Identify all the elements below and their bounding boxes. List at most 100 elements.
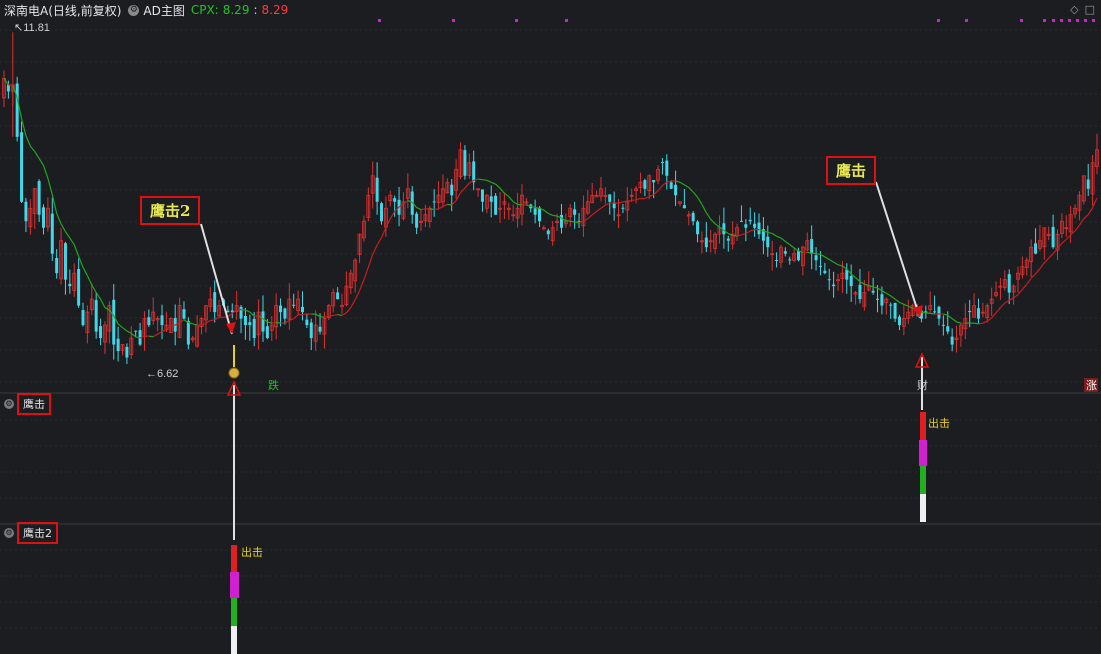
candle-body (674, 184, 678, 196)
cpx-value-2: 8.29 (261, 3, 289, 17)
ma-segment (358, 279, 365, 291)
candle-body (226, 310, 230, 313)
candle-body (243, 315, 247, 326)
ma-segment (1008, 297, 1014, 301)
strike-bar-panel1: 出击 (919, 412, 950, 522)
ma-segment (477, 178, 483, 181)
ma-segment (930, 312, 935, 315)
ma-segment (833, 261, 839, 266)
candle-body (739, 220, 743, 222)
ma-segment (434, 208, 439, 211)
gear-icon[interactable]: ⚙ (4, 399, 14, 409)
candle-body (116, 338, 120, 352)
ma-segment (1013, 294, 1019, 299)
ma-segment (315, 313, 321, 318)
candle-body (775, 259, 779, 261)
ma-segment (1004, 299, 1010, 304)
price-high-label: ↖11.81 (14, 22, 50, 34)
ma-segment (890, 295, 896, 300)
ma-segment (464, 182, 470, 189)
ma-segment (508, 196, 514, 203)
panel-2-label: ⚙ 鹰击2 (4, 522, 58, 544)
ma-segment (249, 311, 255, 317)
ma-segment (69, 237, 75, 245)
ma-segment (864, 283, 869, 287)
panel-1-name[interactable]: 鹰击 (17, 393, 51, 415)
gear-icon[interactable]: ⚙ (128, 4, 140, 16)
ma-segment (267, 321, 272, 324)
candle-body (814, 255, 818, 261)
candle-body (937, 306, 941, 319)
coin-icon (228, 367, 240, 379)
ma-segment (736, 234, 742, 237)
ma-segment (201, 322, 207, 326)
ma-segment (587, 214, 593, 220)
chart-canvas: ↖11.81 ←6.62 跌 财 涨 出击 出击 (0, 19, 1101, 654)
diamond-icon[interactable]: ◇ (1070, 3, 1078, 16)
candle-body (827, 279, 831, 281)
ma-segment (697, 196, 703, 205)
candle-body (186, 320, 190, 345)
ma-segment (807, 251, 812, 254)
ma-segment (328, 314, 334, 317)
ma-segment (157, 331, 163, 335)
candle-body (810, 239, 814, 254)
stock-title[interactable]: 深南电A(日线,前复权) (4, 2, 121, 19)
ma-segment (104, 307, 110, 311)
candle-body (160, 315, 164, 326)
candle-body (818, 265, 822, 267)
ma-segment (1092, 197, 1098, 208)
candle-body (876, 298, 880, 300)
ma-segment (354, 290, 361, 301)
ma-segment (982, 320, 988, 324)
ma-segment (486, 179, 492, 183)
indicator-name[interactable]: AD主图 (143, 2, 184, 19)
ma-segment (943, 313, 948, 316)
signal-mark (1060, 19, 1063, 22)
ma-segment (885, 292, 891, 297)
candle-body (50, 213, 54, 254)
candle-body (147, 317, 151, 326)
candle-body (261, 311, 265, 332)
candle-body (134, 330, 138, 332)
ma-segment (429, 208, 435, 211)
ma-segment (574, 221, 580, 224)
panel-2-name[interactable]: 鹰击2 (17, 522, 58, 544)
candle-body (753, 223, 757, 228)
ma-segment (148, 335, 154, 338)
candle-body (265, 326, 269, 339)
candle-body (669, 182, 673, 189)
ma-segment (376, 237, 383, 246)
candle-body (660, 162, 664, 164)
ma-segment (512, 201, 518, 205)
candle-body (722, 223, 726, 235)
ma-segment (684, 184, 690, 188)
signal-mark (378, 19, 381, 22)
ma-segment (38, 158, 45, 166)
ma-segment (921, 311, 926, 314)
ma-segment (42, 165, 49, 179)
square-icon[interactable]: □ (1085, 3, 1095, 16)
candle-body (42, 207, 46, 228)
ma-segment (605, 202, 611, 206)
candle-body (463, 150, 467, 176)
candle-body (682, 205, 686, 209)
candle-body (300, 306, 304, 313)
ma-segment (302, 313, 307, 316)
ma-segment (205, 320, 211, 324)
ma-segment (543, 209, 549, 214)
signal-mark (1076, 19, 1079, 22)
strike-bar-panel2: 出击 (230, 545, 263, 654)
ma-segment (815, 253, 821, 255)
ma-segment (868, 284, 874, 288)
ma-segment (767, 231, 773, 235)
ma-segment (644, 196, 650, 200)
ma-segment (627, 199, 632, 202)
candle-body (788, 259, 792, 261)
gear-icon[interactable]: ⚙ (4, 528, 14, 538)
candle-body (239, 306, 243, 319)
candle-body (480, 189, 484, 202)
ma-segment (894, 298, 900, 303)
ma-segment (380, 227, 387, 238)
candle-body (283, 308, 287, 319)
